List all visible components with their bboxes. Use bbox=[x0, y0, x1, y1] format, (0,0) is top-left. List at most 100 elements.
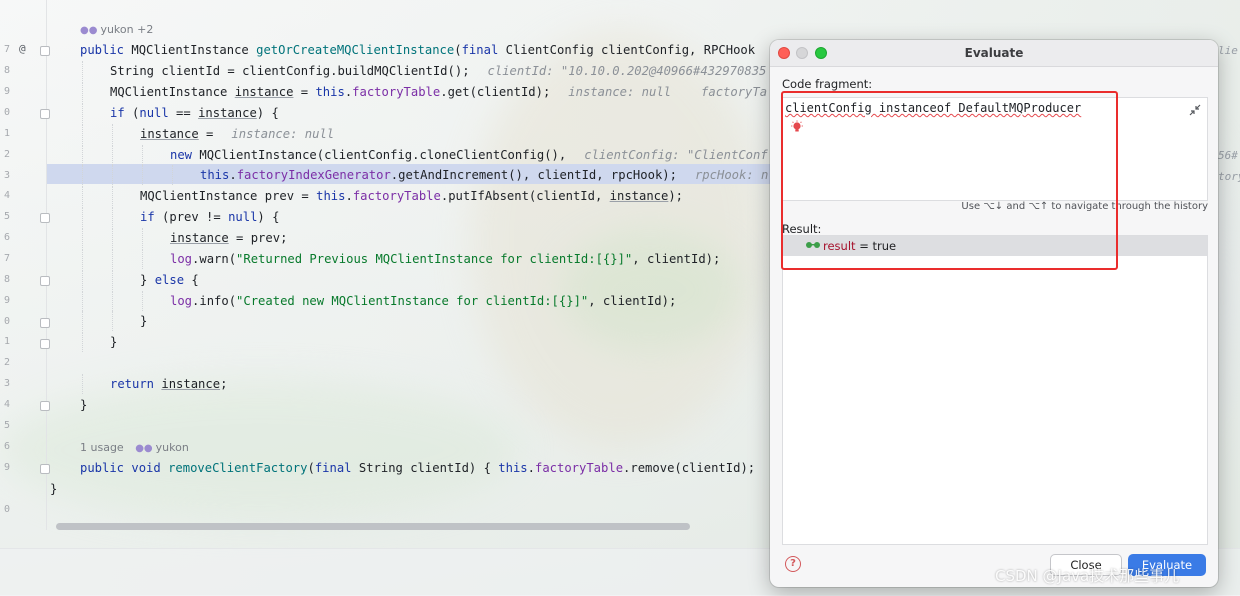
indent-guide bbox=[82, 186, 84, 206]
line-number: 0 bbox=[3, 316, 10, 327]
indent-guide bbox=[112, 165, 114, 185]
line-number: 2 bbox=[3, 357, 10, 368]
line-number: 3 bbox=[3, 170, 10, 181]
line-number: 5 bbox=[3, 211, 10, 222]
clipped-hint-text: lie bbox=[1218, 44, 1238, 57]
line-number: 8 bbox=[3, 65, 10, 76]
indent-guide bbox=[142, 228, 144, 248]
indent-guide bbox=[112, 186, 114, 206]
line-number: 4 bbox=[3, 190, 10, 201]
fold-icon[interactable] bbox=[40, 401, 50, 411]
indent-guide bbox=[82, 291, 84, 311]
dialog-titlebar[interactable]: Evaluate bbox=[770, 40, 1218, 67]
line-number: 8 bbox=[3, 274, 10, 285]
line-number: 9 bbox=[3, 462, 10, 473]
indent-guide bbox=[172, 165, 174, 185]
code-line[interactable]: } bbox=[50, 479, 57, 499]
indent-guide bbox=[82, 124, 84, 144]
indent-guide bbox=[112, 311, 114, 331]
line-number: 9 bbox=[3, 86, 10, 97]
indent-guide bbox=[82, 332, 84, 352]
code-line[interactable]: instance = instance: null bbox=[82, 124, 334, 144]
clipped-hint-text: 56# bbox=[1218, 149, 1238, 162]
indent-guide bbox=[112, 249, 114, 269]
horizontal-scrollbar[interactable] bbox=[56, 523, 690, 530]
line-number: 4 bbox=[3, 399, 10, 410]
indent-guide bbox=[142, 165, 144, 185]
code-line[interactable]: return instance; bbox=[82, 374, 227, 394]
clipped-hint-text: tory bbox=[1218, 170, 1240, 183]
override-annotation-icon[interactable]: @ bbox=[19, 42, 26, 55]
people-icon: ●● bbox=[80, 25, 98, 36]
code-line[interactable]: log.info("Created new MQClientInstance f… bbox=[82, 291, 676, 311]
indent-guide bbox=[112, 207, 114, 227]
indent-guide bbox=[112, 124, 114, 144]
line-number: 9 bbox=[3, 295, 10, 306]
fold-icon[interactable] bbox=[40, 109, 50, 119]
code-line[interactable]: if (null == instance) { bbox=[82, 103, 279, 123]
code-line[interactable]: } else { bbox=[82, 270, 199, 290]
editor-gutter: 7 8 9 0 1 2 3 4 5 6 7 8 9 0 1 2 3 4 5 6 … bbox=[0, 0, 50, 530]
code-line[interactable]: } bbox=[82, 332, 117, 352]
line-number: 1 bbox=[3, 336, 10, 347]
code-line[interactable]: MQClientInstance instance = this.factory… bbox=[82, 82, 767, 102]
fold-icon[interactable] bbox=[40, 464, 50, 474]
indent-guide bbox=[82, 103, 84, 123]
code-line[interactable]: log.warn("Returned Previous MQClientInst… bbox=[82, 249, 720, 269]
background-art bbox=[0, 380, 520, 520]
code-line-current[interactable]: this.factoryIndexGenerator.getAndIncreme… bbox=[82, 165, 768, 185]
red-highlight-annotation bbox=[781, 91, 1118, 270]
line-number: 7 bbox=[3, 44, 10, 55]
code-line[interactable]: } bbox=[82, 311, 147, 331]
code-fragment-label: Code fragment: bbox=[782, 77, 873, 91]
code-line[interactable]: instance = prev; bbox=[82, 228, 287, 248]
code-line[interactable]: new MQClientInstance(clientConfig.cloneC… bbox=[82, 145, 768, 165]
line-number: 0 bbox=[3, 107, 10, 118]
watermark: CSDN @Java技术那些事儿 bbox=[995, 567, 1180, 585]
line-number: 2 bbox=[3, 149, 10, 160]
fold-icon[interactable] bbox=[40, 339, 50, 349]
code-line[interactable]: public void removeClientFactory(final St… bbox=[80, 458, 755, 478]
help-icon[interactable]: ? bbox=[785, 556, 801, 572]
line-number: 1 bbox=[3, 128, 10, 139]
indent-guide bbox=[112, 291, 114, 311]
result-tree[interactable]: result = true bbox=[782, 235, 1208, 545]
indent-guide bbox=[82, 82, 84, 102]
background-art bbox=[560, 230, 740, 350]
fold-icon[interactable] bbox=[40, 318, 50, 328]
code-line[interactable]: String clientId = clientConfig.buildMQCl… bbox=[82, 61, 766, 81]
line-number: 6 bbox=[3, 441, 10, 452]
code-line[interactable]: public MQClientInstance getOrCreateMQCli… bbox=[80, 40, 755, 60]
line-number: 6 bbox=[3, 232, 10, 243]
indent-guide bbox=[82, 228, 84, 248]
code-line[interactable]: if (prev != null) { bbox=[82, 207, 279, 227]
indent-guide bbox=[82, 270, 84, 290]
line-number: 7 bbox=[3, 253, 10, 264]
indent-guide bbox=[82, 165, 84, 185]
indent-guide bbox=[112, 270, 114, 290]
indent-guide bbox=[142, 145, 144, 165]
line-number: 5 bbox=[3, 420, 10, 431]
fold-icon[interactable] bbox=[40, 276, 50, 286]
code-line[interactable]: } bbox=[80, 395, 87, 415]
fold-icon[interactable] bbox=[40, 213, 50, 223]
indent-guide bbox=[142, 249, 144, 269]
indent-guide bbox=[112, 228, 114, 248]
indent-guide bbox=[82, 207, 84, 227]
people-icon: ●● bbox=[135, 443, 153, 454]
indent-guide bbox=[142, 291, 144, 311]
indent-guide bbox=[82, 61, 84, 81]
code-lens-authors[interactable]: ●● yukon +2 bbox=[80, 23, 153, 36]
line-number: 0 bbox=[3, 504, 10, 515]
line-number: 3 bbox=[3, 378, 10, 389]
collapse-icon[interactable] bbox=[1189, 104, 1201, 116]
indent-guide bbox=[82, 311, 84, 331]
indent-guide bbox=[82, 249, 84, 269]
code-lens-usages[interactable]: 1 usage ●● yukon bbox=[80, 441, 189, 454]
indent-guide bbox=[82, 374, 84, 394]
fold-icon[interactable] bbox=[40, 46, 50, 56]
indent-guide bbox=[112, 145, 114, 165]
code-line[interactable]: MQClientInstance prev = this.factoryTabl… bbox=[82, 186, 683, 206]
dialog-title: Evaluate bbox=[964, 46, 1024, 60]
indent-guide bbox=[82, 145, 84, 165]
